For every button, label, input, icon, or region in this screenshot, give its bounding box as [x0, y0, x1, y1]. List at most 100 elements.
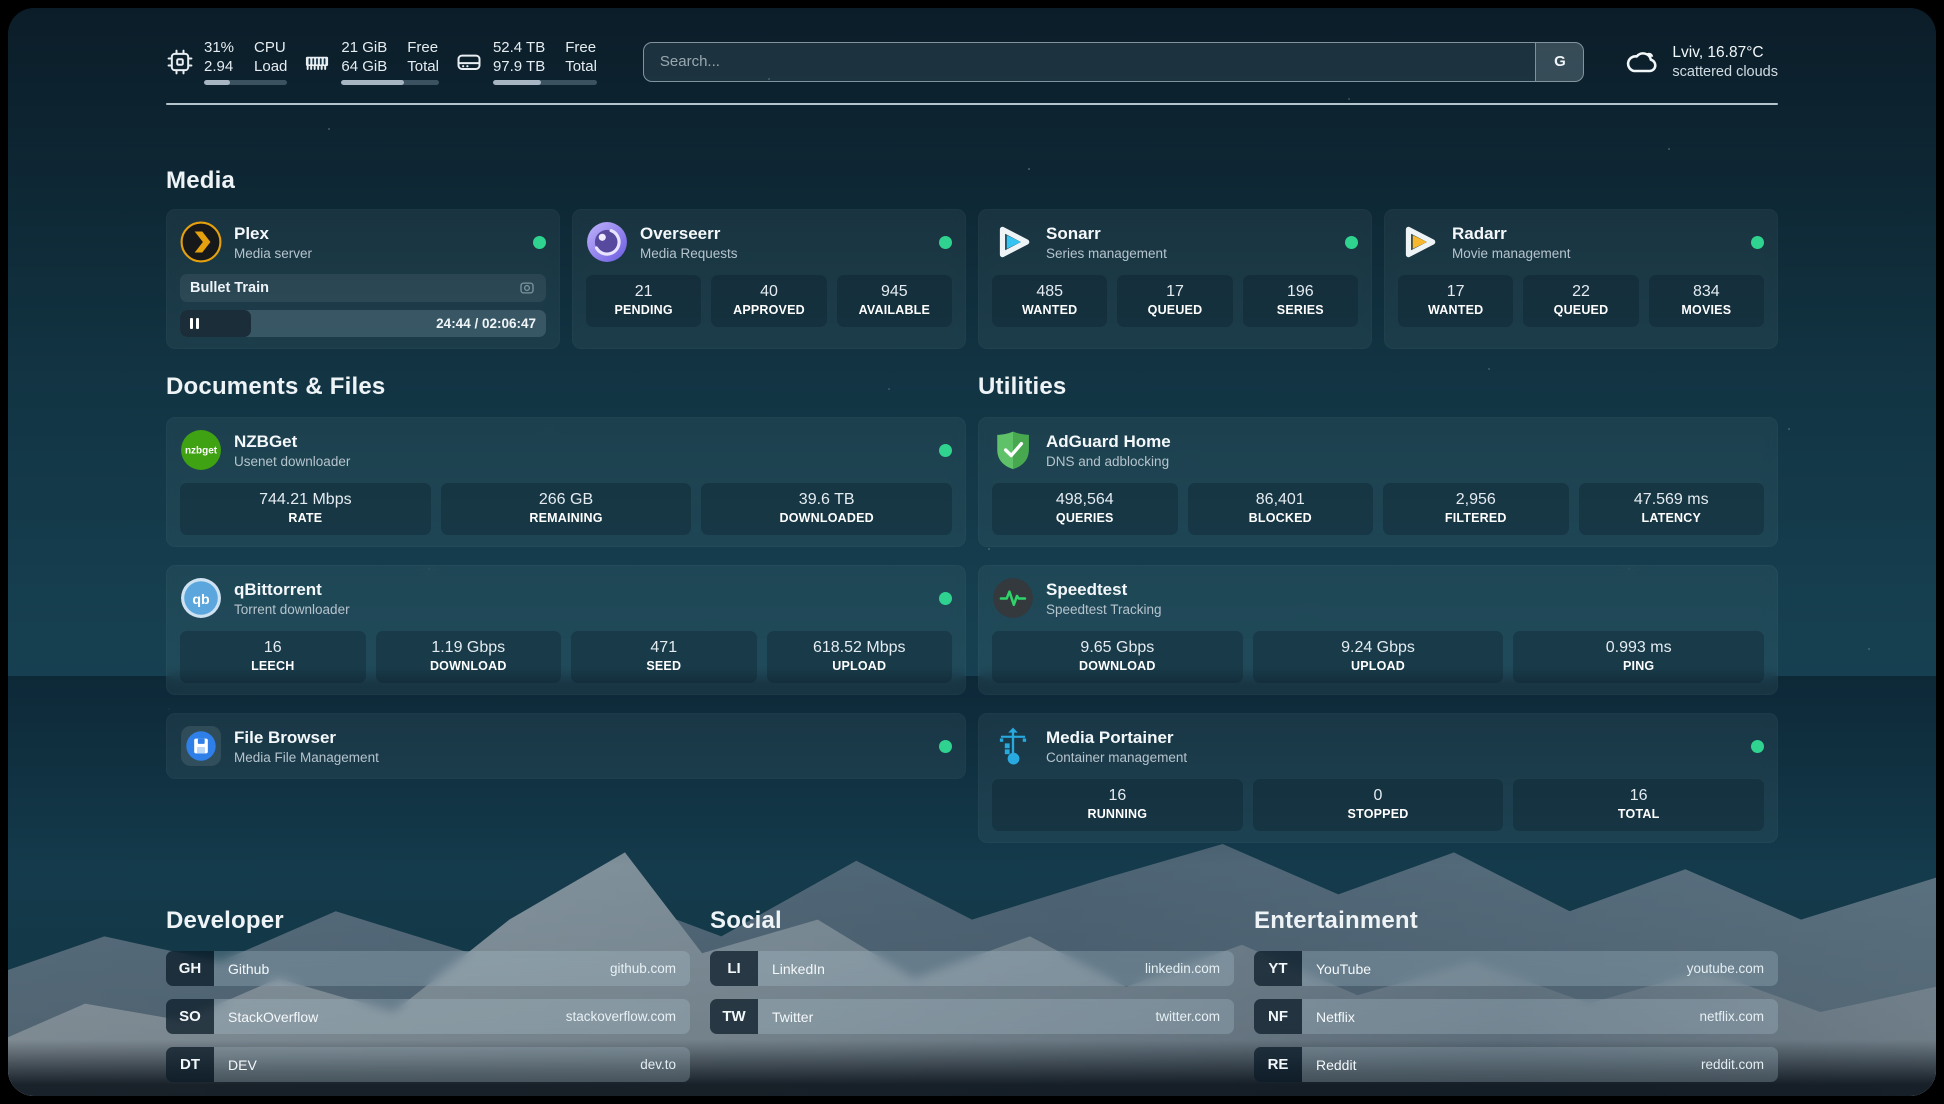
- status-dot: [939, 740, 952, 753]
- section-heading-utilities: Utilities: [978, 373, 1778, 401]
- cpu-label-bottom: Load: [254, 57, 287, 76]
- bookmark-abbr: NF: [1254, 999, 1302, 1034]
- stat-stopped: 0 STOPPED: [1253, 779, 1504, 831]
- bookmark-url: twitter.com: [1155, 1009, 1220, 1024]
- service-description: Series management: [1046, 245, 1167, 262]
- service-card-filebrowser[interactable]: File Browser Media File Management: [166, 713, 966, 779]
- service-name: Overseerr: [640, 223, 738, 244]
- service-description: Movie management: [1452, 245, 1571, 262]
- bookmark-abbr: GH: [166, 951, 214, 986]
- service-name: AdGuard Home: [1046, 431, 1171, 452]
- service-card-portainer[interactable]: Media Portainer Container management 16 …: [978, 713, 1778, 843]
- stat-queued: 22 QUEUED: [1523, 275, 1638, 327]
- service-name: File Browser: [234, 727, 379, 748]
- memory-icon: [303, 48, 331, 76]
- memory-label-free: Free: [407, 38, 439, 57]
- sonarr-icon: [992, 221, 1034, 263]
- stat-remaining: 266 GB REMAINING: [441, 483, 692, 535]
- playback-progress-bar[interactable]: 24:44 / 02:06:47: [180, 310, 546, 337]
- service-card-qbittorrent[interactable]: qb qBittorrent Torrent downloader 16: [166, 565, 966, 695]
- speedtest-icon: [992, 577, 1034, 619]
- video-icon: [518, 279, 536, 297]
- disk-icon: [455, 48, 483, 76]
- service-card-radarr[interactable]: Radarr Movie management 17 WANTED 22 QUE…: [1384, 209, 1778, 349]
- cpu-widget: 31% 2.94 CPU Load: [166, 38, 287, 85]
- bookmark-netflix[interactable]: NF Netflix netflix.com: [1254, 999, 1778, 1034]
- bookmark-reddit[interactable]: RE Reddit reddit.com: [1254, 1047, 1778, 1082]
- bookmark-url: dev.to: [640, 1057, 676, 1072]
- bookmark-twitter[interactable]: TW Twitter twitter.com: [710, 999, 1234, 1034]
- bookmark-stackoverflow[interactable]: SO StackOverflow stackoverflow.com: [166, 999, 690, 1034]
- header: 31% 2.94 CPU Load: [166, 38, 1778, 85]
- service-name: NZBGet: [234, 431, 350, 452]
- service-card-overseerr[interactable]: Overseerr Media Requests 21 PENDING 40 A…: [572, 209, 966, 349]
- weather-location-temp: Lviv, 16.87°C: [1672, 43, 1778, 63]
- stat-leech: 16 LEECH: [180, 631, 366, 683]
- weather-widget[interactable]: Lviv, 16.87°C scattered clouds: [1624, 43, 1778, 81]
- status-dot: [939, 236, 952, 249]
- bookmark-name: StackOverflow: [228, 1009, 318, 1025]
- search-input[interactable]: [644, 43, 1536, 81]
- disk-total-value: 97.9 TB: [493, 57, 545, 76]
- service-description: Speedtest Tracking: [1046, 601, 1162, 618]
- stat-upload: 618.52 Mbps UPLOAD: [767, 631, 953, 683]
- section-heading-entertainment: Entertainment: [1254, 907, 1778, 935]
- bookmark-url: reddit.com: [1701, 1057, 1764, 1072]
- disk-widget: 52.4 TB 97.9 TB Free Total: [455, 38, 597, 85]
- section-heading-documents: Documents & Files: [166, 373, 966, 401]
- cpu-value-percent: 31%: [204, 38, 234, 57]
- stat-blocked: 86,401 BLOCKED: [1188, 483, 1374, 535]
- service-card-nzbget[interactable]: nzbget NZBGet Usenet downloader 744.21 M…: [166, 417, 966, 547]
- bookmark-linkedin[interactable]: LI LinkedIn linkedin.com: [710, 951, 1234, 986]
- search-provider-button[interactable]: G: [1535, 43, 1583, 81]
- service-name: Sonarr: [1046, 223, 1167, 244]
- bookmark-abbr: TW: [710, 999, 758, 1034]
- bookmark-name: YouTube: [1316, 961, 1371, 977]
- service-card-plex[interactable]: Plex Media server Bullet Train: [166, 209, 560, 349]
- overseerr-icon: [586, 221, 628, 263]
- bookmark-url: linkedin.com: [1145, 961, 1220, 976]
- section-heading-developer: Developer: [166, 907, 690, 935]
- homepage-dashboard: 31% 2.94 CPU Load: [8, 8, 1936, 1096]
- bookmark-url: stackoverflow.com: [566, 1009, 676, 1024]
- bookmark-url: netflix.com: [1699, 1009, 1764, 1024]
- bookmark-abbr: SO: [166, 999, 214, 1034]
- bookmark-abbr: YT: [1254, 951, 1302, 986]
- status-dot: [533, 236, 546, 249]
- bookmark-youtube[interactable]: YT YouTube youtube.com: [1254, 951, 1778, 986]
- bookmark-group-entertainment: Entertainment YT YouTube youtube.com NF …: [1254, 907, 1778, 1095]
- service-description: Torrent downloader: [234, 601, 350, 618]
- service-name: Radarr: [1452, 223, 1571, 244]
- bookmark-name: Netflix: [1316, 1009, 1355, 1025]
- qbittorrent-icon: qb: [180, 577, 222, 619]
- memory-progress-bar: [341, 80, 439, 85]
- bookmark-url: github.com: [610, 961, 676, 976]
- stat-upload: 9.24 Gbps UPLOAD: [1253, 631, 1504, 683]
- service-name: Plex: [234, 223, 312, 244]
- utilities-column: Utilities: [978, 373, 1778, 843]
- stat-wanted: 485 WANTED: [992, 275, 1107, 327]
- search-bar[interactable]: G: [643, 42, 1585, 82]
- bookmark-abbr: LI: [710, 951, 758, 986]
- status-dot: [939, 444, 952, 457]
- memory-free-value: 21 GiB: [341, 38, 387, 57]
- stat-download: 9.65 Gbps DOWNLOAD: [992, 631, 1243, 683]
- memory-label-total: Total: [407, 57, 439, 76]
- stat-rate: 744.21 Mbps RATE: [180, 483, 431, 535]
- pause-icon: [190, 318, 199, 329]
- stat-download: 1.19 Gbps DOWNLOAD: [376, 631, 562, 683]
- service-description: Media server: [234, 245, 312, 262]
- memory-total-value: 64 GiB: [341, 57, 387, 76]
- service-card-adguard[interactable]: AdGuard Home DNS and adblocking 498,564 …: [978, 417, 1778, 547]
- cpu-value-load: 2.94: [204, 57, 234, 76]
- stat-series: 196 SERIES: [1243, 275, 1358, 327]
- bookmark-name: Github: [228, 961, 269, 977]
- bookmark-abbr: DT: [166, 1047, 214, 1082]
- stat-available: 945 AVAILABLE: [837, 275, 952, 327]
- service-card-speedtest[interactable]: Speedtest Speedtest Tracking 9.65 Gbps D…: [978, 565, 1778, 695]
- service-card-sonarr[interactable]: Sonarr Series management 485 WANTED 17 Q…: [978, 209, 1372, 349]
- nzbget-icon: nzbget: [180, 429, 222, 471]
- documents-column: Documents & Files nzbget NZBGet Usenet d…: [166, 373, 966, 843]
- bookmark-github[interactable]: GH Github github.com: [166, 951, 690, 986]
- bookmark-dev[interactable]: DT DEV dev.to: [166, 1047, 690, 1082]
